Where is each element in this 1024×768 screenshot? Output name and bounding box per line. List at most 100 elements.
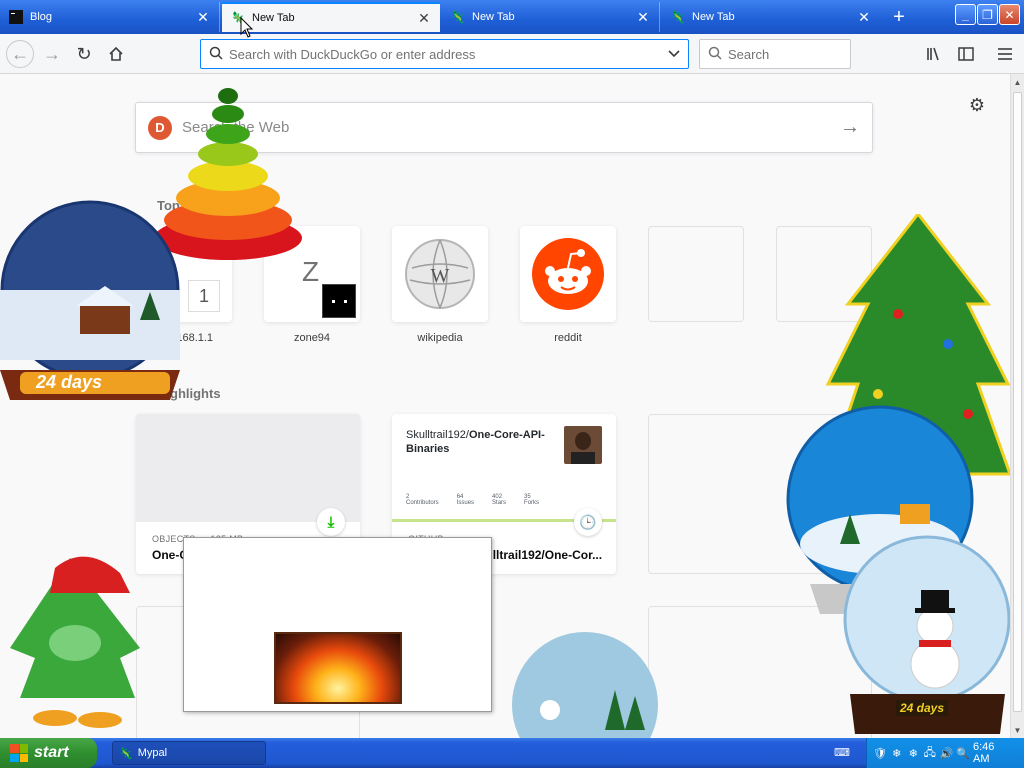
top-site-label: zone94 — [293, 332, 331, 344]
start-button[interactable]: start — [0, 738, 97, 768]
top-sites-heading: Top Sites — [157, 198, 215, 213]
top-site-placeholder[interactable] — [776, 226, 872, 322]
system-tray: 🛡 ❄ ❄ 🖧 🔊 🔍 6:46 AM — [866, 738, 1024, 768]
wikipedia-globe-icon: W — [405, 239, 475, 309]
clock[interactable]: 6:46 AM — [973, 741, 1012, 765]
search-input[interactable] — [728, 46, 904, 62]
web-search-input[interactable] — [182, 119, 840, 136]
highlights-heading: Highlights — [157, 386, 221, 401]
sidebar-icon[interactable] — [952, 40, 980, 68]
search-go-arrow-icon[interactable]: → — [840, 116, 860, 139]
countdown-banner: 24 days — [36, 372, 103, 392]
scrollbar-thumb[interactable] — [1013, 92, 1022, 712]
top-site-tile[interactable]: W — [392, 226, 488, 322]
tree-character-decoration — [10, 556, 140, 728]
reload-icon[interactable]: ↻ — [70, 40, 98, 68]
top-site-tile[interactable]: 1 — [136, 226, 232, 322]
tab-new-tab[interactable]: 🦎 New Tab ✕ — [662, 2, 880, 32]
scroll-up-arrow-icon[interactable]: ▲ — [1011, 74, 1024, 90]
top-site-placeholder[interactable] — [648, 226, 744, 322]
tab-label: Blog — [30, 11, 53, 23]
tab-label: New Tab — [472, 11, 515, 23]
duckduckgo-logo-icon: D — [148, 115, 172, 140]
close-tab-icon[interactable]: ✕ — [416, 10, 432, 26]
restore-button[interactable]: ❐ — [977, 4, 998, 25]
top-site-192-168-1-1[interactable]: 1 192.168.1.1 — [136, 226, 232, 344]
network-icon[interactable]: 🖧 — [923, 746, 937, 760]
close-tab-icon[interactable]: ✕ — [635, 9, 651, 25]
stat-label: Forks — [524, 500, 540, 506]
download-icon: ⤓ — [317, 508, 345, 536]
top-site-tile[interactable] — [520, 226, 616, 322]
minimize-button[interactable]: _ — [955, 4, 976, 25]
back-arrow-icon[interactable]: ← — [6, 40, 34, 68]
windows-flag-icon — [10, 744, 28, 762]
snowflake-icon[interactable]: ❄ — [907, 746, 921, 760]
taskbar-item-mypal[interactable]: 🦎 Mypal — [112, 741, 266, 765]
gear-icon[interactable]: ⚙ — [966, 94, 988, 116]
new-tab-plus-icon[interactable]: + — [887, 6, 911, 28]
close-tab-icon[interactable]: ✕ — [856, 9, 872, 25]
repo-stat: 402 Stars — [492, 494, 506, 506]
highlight-card-placeholder — [648, 606, 872, 738]
tab-blog[interactable]: Blog ✕ — [0, 2, 220, 32]
volume-icon[interactable]: 🔊 — [940, 746, 954, 760]
mypal-favicon-icon: 🦎 — [450, 10, 466, 24]
highlight-card-placeholder — [648, 414, 872, 574]
mypal-favicon-icon: 🦎 — [670, 10, 686, 24]
card-preview — [136, 414, 360, 522]
mouse-cursor-icon — [240, 17, 254, 38]
close-window-button[interactable]: ✕ — [999, 4, 1020, 25]
url-input[interactable] — [229, 46, 668, 62]
top-site-zone94[interactable]: Z zone94 — [264, 226, 360, 344]
top-site-reddit[interactable]: reddit — [520, 226, 616, 344]
start-label: start — [34, 744, 69, 761]
stat-label: Contributors — [406, 500, 439, 506]
fireplace-video[interactable] — [274, 632, 402, 704]
tab-new-tab-active[interactable]: 🦎 New Tab ✕ — [222, 2, 440, 32]
screen: Blog ✕ 🦎 New Tab ✕ 🦎 New Tab ✕ 🦎 New Tab… — [0, 0, 1024, 768]
tab-new-tab[interactable]: 🦎 New Tab ✕ — [442, 2, 660, 32]
snowflake-icon[interactable]: ❄ — [890, 746, 904, 760]
search-tray-icon[interactable]: 🔍 — [956, 746, 970, 760]
mypal-favicon-icon: 🦎 — [119, 747, 133, 760]
forward-arrow-icon[interactable]: → — [38, 40, 66, 68]
repo-stat: 2 Contributors — [406, 494, 439, 506]
snow-globe-bottom-decoration — [512, 632, 658, 738]
svg-text:W: W — [431, 265, 450, 287]
fireplace-video-popup[interactable] — [183, 537, 492, 712]
web-search-box[interactable]: D → — [135, 102, 873, 153]
repo-owner: Skulltrail192/ — [406, 429, 469, 441]
reddit-logo-icon — [532, 238, 604, 310]
dropdown-chevron-icon[interactable] — [668, 47, 680, 61]
top-site-wikipedia[interactable]: W wikipedia — [392, 226, 488, 344]
site-letter: 1 — [188, 280, 220, 312]
navigation-toolbar: ← → ↻ — [0, 34, 1024, 74]
stat-label: Stars — [492, 500, 507, 506]
new-tab-page: ⚙ D → Top Sites 1 192.168.1.1 Z zone94 — [0, 74, 1010, 738]
task-label: Mypal — [137, 747, 168, 759]
clock-history-icon: 🕒 — [574, 508, 602, 536]
repo-stat: 64 Issues — [457, 494, 474, 506]
library-icon[interactable] — [920, 40, 948, 68]
vertical-scrollbar[interactable]: ▲ ▼ — [1010, 74, 1024, 738]
tab-strip: Blog ✕ 🦎 New Tab ✕ 🦎 New Tab ✕ 🦎 New Tab… — [0, 0, 1024, 34]
scroll-down-arrow-icon[interactable]: ▼ — [1011, 722, 1024, 738]
hamburger-menu-icon[interactable] — [991, 40, 1019, 68]
top-site-tile[interactable]: Z — [264, 226, 360, 322]
close-tab-icon[interactable]: ✕ — [195, 9, 211, 25]
shield-icon[interactable]: 🛡 — [873, 746, 887, 760]
search-bar[interactable] — [699, 39, 904, 69]
home-icon[interactable] — [102, 40, 130, 68]
keyboard-icon[interactable]: ⌨ — [834, 746, 850, 760]
card-preview: Skulltrail192/One-Core-API-Binaries 2 Con… — [392, 414, 616, 522]
top-site-empty[interactable] — [776, 226, 872, 322]
countdown-banner: 24 days — [896, 700, 949, 716]
blog-favicon-icon — [8, 9, 24, 25]
top-site-empty[interactable] — [648, 226, 744, 322]
stat-label: Issues — [456, 500, 475, 506]
repo-stats: 2 Contributors 64 Issues 402 Stars 35 Forks — [406, 494, 539, 506]
top-site-label: wikipedia — [417, 332, 463, 344]
tab-label: New Tab — [252, 12, 295, 24]
url-bar[interactable] — [200, 39, 689, 69]
